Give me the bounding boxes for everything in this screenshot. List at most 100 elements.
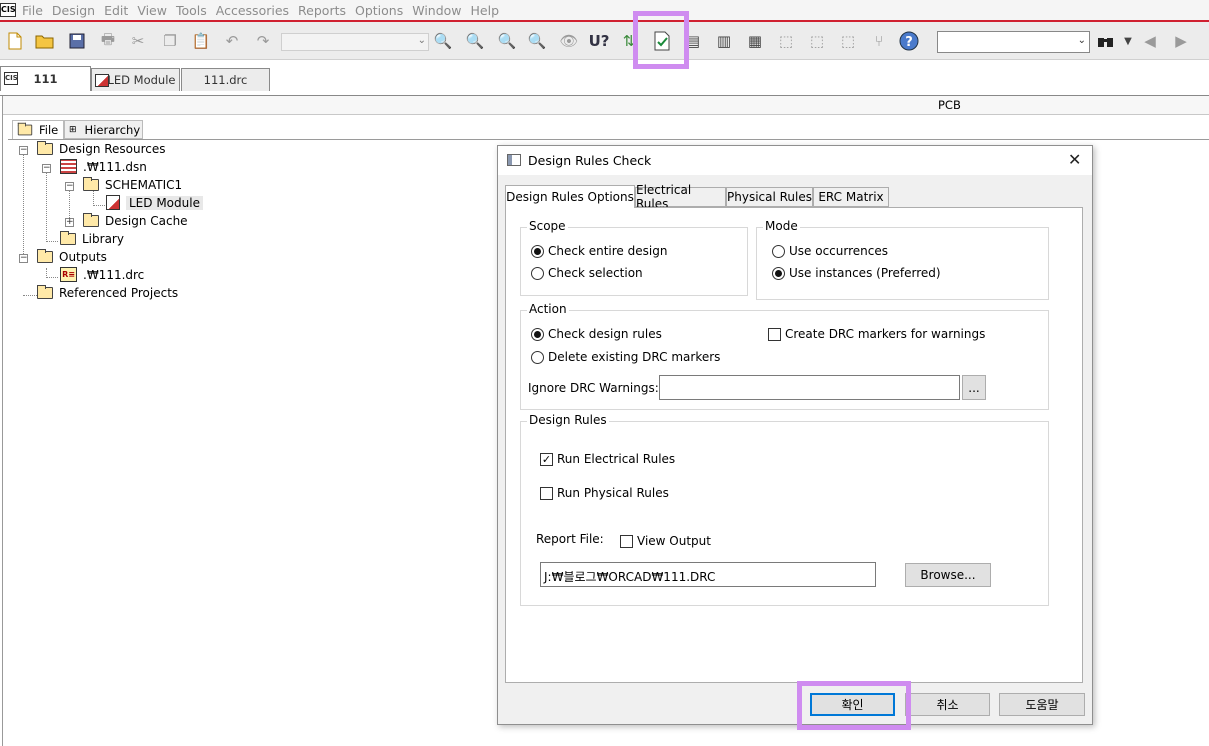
menu-window[interactable]: Window: [412, 3, 468, 18]
menu-design[interactable]: Design: [52, 3, 102, 18]
radio-button[interactable]: [531, 350, 544, 364]
zoom-in-icon[interactable]: 🔍: [433, 31, 453, 51]
tab-label: File: [39, 123, 59, 137]
redo-icon[interactable]: ↷: [253, 31, 273, 51]
tree-line: [46, 241, 58, 242]
zoom-all-icon[interactable]: 🔍: [527, 31, 547, 51]
report-file-input[interactable]: J:₩블로그₩ORCAD₩111.DRC: [540, 562, 876, 587]
radio-button[interactable]: [531, 266, 544, 280]
close-icon[interactable]: ✕: [1068, 150, 1081, 169]
help-icon[interactable]: ?: [899, 31, 919, 51]
menu-view[interactable]: View: [137, 3, 174, 18]
radio-button[interactable]: [772, 244, 785, 258]
tab-file[interactable]: File: [12, 120, 64, 139]
mode-group: Mode Use occurrences Use instances (Pref…: [756, 219, 1049, 300]
visibility-icon[interactable]: 👁: [559, 31, 579, 51]
checkbox[interactable]: [768, 327, 781, 341]
action-check-radio[interactable]: Check design rules: [531, 327, 662, 341]
tab-erc-matrix[interactable]: ERC Matrix: [813, 187, 889, 207]
scope-selection-radio[interactable]: Check selection: [531, 266, 643, 280]
snap-grid-icon[interactable]: ⬚: [776, 31, 796, 51]
collapse-toggle[interactable]: −: [19, 146, 28, 155]
zoom-area-icon[interactable]: 🔍: [497, 31, 517, 51]
view-output-checkbox[interactable]: View Output: [620, 534, 711, 548]
cancel-button[interactable]: 취소: [905, 693, 990, 716]
undo-icon[interactable]: ↶: [222, 31, 242, 51]
help-button[interactable]: 도움말: [999, 693, 1085, 716]
hierarchy-icon[interactable]: ⑂: [869, 31, 889, 51]
binoculars-icon[interactable]: [1096, 31, 1116, 51]
print-icon[interactable]: 🖶: [98, 30, 118, 51]
run-electrical-rules-checkbox[interactable]: ✓ Run Electrical Rules: [540, 452, 675, 466]
folder-icon: [17, 122, 33, 136]
drag-connected-icon[interactable]: ⬚: [838, 31, 858, 51]
ignore-warnings-browse-button[interactable]: ...: [962, 375, 986, 400]
open-folder-icon[interactable]: [35, 31, 55, 51]
tree-library[interactable]: Library: [60, 230, 124, 247]
tab-111-drc[interactable]: 111.drc: [181, 68, 270, 91]
previous-icon[interactable]: ◀: [1140, 31, 1160, 51]
menu-help[interactable]: Help: [471, 3, 507, 18]
radio-label: Check design rules: [548, 327, 662, 341]
mode-instances-radio[interactable]: Use instances (Preferred): [772, 266, 941, 280]
ignore-warnings-input[interactable]: [659, 375, 960, 400]
menu-options[interactable]: Options: [355, 3, 410, 18]
menu-edit[interactable]: Edit: [104, 3, 135, 18]
mode-occurrences-radio[interactable]: Use occurrences: [772, 244, 888, 258]
new-file-icon[interactable]: [5, 31, 25, 51]
paste-icon[interactable]: 📋: [191, 31, 211, 51]
tree-dsn-file[interactable]: .₩111.dsn: [60, 158, 147, 175]
cut-icon[interactable]: ✂: [128, 31, 148, 51]
collapse-toggle[interactable]: −: [65, 182, 74, 191]
browse-button[interactable]: Browse...: [905, 563, 991, 587]
checkbox[interactable]: ✓: [540, 452, 553, 466]
radio-button[interactable]: [531, 244, 544, 258]
search-dropdown-icon[interactable]: ▼: [1118, 31, 1138, 51]
menu-tools[interactable]: Tools: [176, 3, 214, 18]
run-physical-rules-checkbox[interactable]: Run Physical Rules: [540, 486, 669, 500]
tree-outputs[interactable]: Outputs: [37, 248, 107, 265]
checkbox[interactable]: [620, 534, 633, 548]
folder-icon: [37, 284, 53, 299]
zoom-out-icon[interactable]: 🔍: [465, 31, 485, 51]
tab-project-111[interactable]: CIS 111: [0, 66, 91, 91]
group-caption: Design Rules: [527, 413, 609, 427]
menu-reports[interactable]: Reports: [298, 3, 353, 18]
tree-design-cache[interactable]: Design Cache: [83, 212, 188, 229]
menu-accessories[interactable]: Accessories: [216, 3, 296, 18]
copy-icon[interactable]: ❐: [160, 31, 180, 51]
tab-electrical-rules[interactable]: Electrical Rules: [635, 183, 726, 211]
project-tree: − Design Resources − .₩111.dsn − SCHEMAT…: [3, 140, 493, 740]
tree-drc-file[interactable]: R≡ .₩111.drc: [60, 266, 144, 283]
app-icon: CIS: [0, 3, 16, 17]
scope-entire-radio[interactable]: Check entire design: [531, 244, 667, 258]
bill-of-materials-icon[interactable]: ▦: [745, 31, 765, 51]
tree-schematic1[interactable]: SCHEMATIC1: [83, 176, 182, 193]
tab-label: Physical Rules: [727, 190, 813, 204]
create-drc-markers-checkbox[interactable]: Create DRC markers for warnings: [768, 327, 985, 341]
menu-file[interactable]: File: [22, 3, 50, 18]
collapse-toggle[interactable]: −: [19, 254, 28, 263]
tab-design-rules-options[interactable]: Design Rules Options: [505, 185, 635, 208]
cross-reference-icon[interactable]: ▥: [714, 31, 734, 51]
radio-button[interactable]: [772, 266, 785, 280]
action-delete-radio[interactable]: Delete existing DRC markers: [531, 350, 720, 364]
tab-led-module[interactable]: LED Module: [91, 68, 180, 91]
tree-led-module-page[interactable]: LED Module: [106, 194, 203, 211]
radio-button[interactable]: [531, 327, 544, 341]
tab-physical-rules[interactable]: Physical Rules: [726, 187, 813, 207]
checkbox[interactable]: [540, 486, 553, 500]
area-select-icon[interactable]: ⬚: [807, 31, 827, 51]
expand-toggle[interactable]: +: [65, 218, 74, 227]
collapse-toggle[interactable]: −: [42, 164, 51, 173]
next-icon[interactable]: ▶: [1171, 31, 1191, 51]
tree-referenced-projects[interactable]: Referenced Projects: [37, 284, 178, 301]
save-icon[interactable]: [67, 31, 87, 51]
tree-design-resources[interactable]: Design Resources: [37, 140, 166, 157]
part-combo[interactable]: ⌄: [281, 33, 429, 51]
annotate-icon[interactable]: U?: [589, 31, 610, 51]
search-combo[interactable]: ⌄: [937, 31, 1090, 53]
tree-line: [23, 295, 37, 296]
tree-label: Referenced Projects: [59, 285, 179, 300]
tab-hierarchy[interactable]: ⊞ Hierarchy: [64, 120, 143, 139]
